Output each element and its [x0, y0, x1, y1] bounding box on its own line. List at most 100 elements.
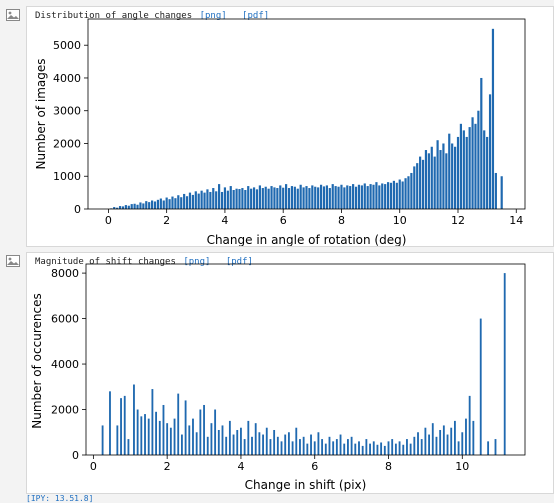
histogram-bar	[474, 123, 477, 209]
histogram-bar	[428, 434, 430, 455]
output-cell-angle: Distribution of angle changes [png] [pdf…	[26, 6, 554, 247]
histogram-bar	[456, 136, 460, 209]
histogram-bar	[127, 205, 130, 209]
histogram-bar	[214, 409, 217, 455]
histogram-bar	[218, 184, 221, 209]
histogram-bar	[430, 146, 433, 209]
histogram-bar	[194, 191, 197, 209]
histogram-bar	[324, 443, 327, 455]
histogram-bar	[311, 185, 314, 209]
y-tick-label: 4000	[51, 358, 79, 371]
histogram-bar	[124, 205, 127, 209]
histogram-bar	[308, 188, 311, 209]
histogram-bar	[162, 200, 165, 209]
histogram-bar	[144, 414, 146, 455]
x-tick-label: 6	[280, 214, 287, 227]
histogram-bar	[468, 127, 471, 209]
histogram-bar	[101, 425, 104, 455]
histogram-bar	[290, 186, 294, 209]
histogram-bar	[225, 436, 228, 455]
histogram-bar	[235, 188, 238, 209]
histogram-bar	[148, 202, 151, 209]
histogram-bar	[262, 434, 264, 455]
y-axis-label: Number of occurences	[30, 293, 44, 428]
y-tick-label: 8000	[51, 267, 79, 280]
x-tick-label: 10	[393, 214, 407, 227]
histogram-bar	[279, 185, 282, 209]
histogram-bar	[404, 178, 407, 209]
histogram-bar	[413, 166, 416, 209]
histogram-bar	[347, 439, 349, 455]
histogram-bar	[453, 420, 456, 455]
y-tick-label: 1000	[53, 170, 81, 183]
histogram-bar	[465, 136, 468, 209]
histogram-bar	[280, 441, 283, 455]
histogram-bar	[183, 193, 186, 209]
histogram-bar	[480, 77, 483, 209]
histogram-bar	[328, 436, 331, 455]
histogram-bar	[258, 185, 261, 209]
histogram-bar	[391, 439, 394, 455]
histogram-bar	[488, 94, 492, 209]
histogram-bar	[360, 185, 363, 209]
histogram-bar	[250, 188, 253, 209]
histogram-bar	[409, 443, 412, 455]
histogram-bar	[313, 441, 316, 455]
histogram-bar	[255, 189, 259, 209]
histogram-bar	[417, 432, 419, 455]
y-axis-label: Number of images	[34, 58, 48, 169]
x-tick-label: 2	[163, 214, 170, 227]
histogram-bar	[109, 391, 111, 455]
x-tick-label: 4	[221, 214, 228, 227]
histogram-bar	[383, 445, 386, 455]
histogram-bar	[337, 186, 340, 209]
histogram-bar	[354, 443, 357, 455]
y-tick-label: 2000	[53, 137, 81, 150]
histogram-bar	[153, 201, 157, 209]
histogram-bar	[339, 434, 342, 455]
histogram-bar	[258, 432, 261, 455]
histogram-bar	[424, 427, 427, 455]
histogram-bar	[200, 190, 203, 209]
histogram-bar	[468, 395, 471, 455]
histogram-bar	[319, 184, 323, 209]
histogram-bar	[334, 186, 337, 209]
histogram-bar	[459, 123, 462, 209]
histogram-bar	[343, 443, 346, 455]
histogram-bar	[296, 188, 299, 209]
histogram-bar	[352, 184, 355, 209]
x-tick-label: 10	[455, 460, 469, 473]
histogram-bar	[284, 434, 287, 455]
histogram-bar	[188, 425, 191, 455]
histogram-bar	[398, 441, 401, 455]
histogram-bar	[243, 439, 246, 455]
histogram-bar	[366, 186, 369, 209]
histogram-bar	[206, 436, 209, 455]
histogram-bar	[372, 184, 375, 209]
histogram-bar	[287, 432, 290, 455]
histogram-bar	[273, 429, 276, 455]
histogram-bar	[346, 185, 349, 209]
histogram-bar	[306, 443, 309, 455]
histogram-bar	[299, 439, 301, 455]
histogram-bar	[328, 188, 331, 209]
histogram-bar	[394, 443, 397, 455]
histogram-bar	[209, 191, 212, 209]
histogram-bar	[217, 429, 220, 455]
histogram-bar	[215, 191, 218, 209]
histogram-bar	[439, 150, 442, 209]
histogram-bar	[226, 190, 229, 209]
histogram-bar	[350, 436, 353, 455]
histogram-bar	[166, 423, 169, 455]
histogram-bar	[413, 436, 416, 455]
histogram-bar	[140, 416, 143, 455]
histogram-bar	[477, 110, 480, 209]
histogram-bar	[407, 176, 410, 209]
histogram-bar	[365, 439, 368, 455]
histogram-bar	[195, 432, 198, 455]
histogram-bar	[228, 420, 231, 455]
histogram-bar	[203, 404, 205, 455]
histogram-bar	[203, 192, 206, 209]
histogram-bar	[151, 389, 154, 455]
image-icon	[6, 252, 20, 267]
